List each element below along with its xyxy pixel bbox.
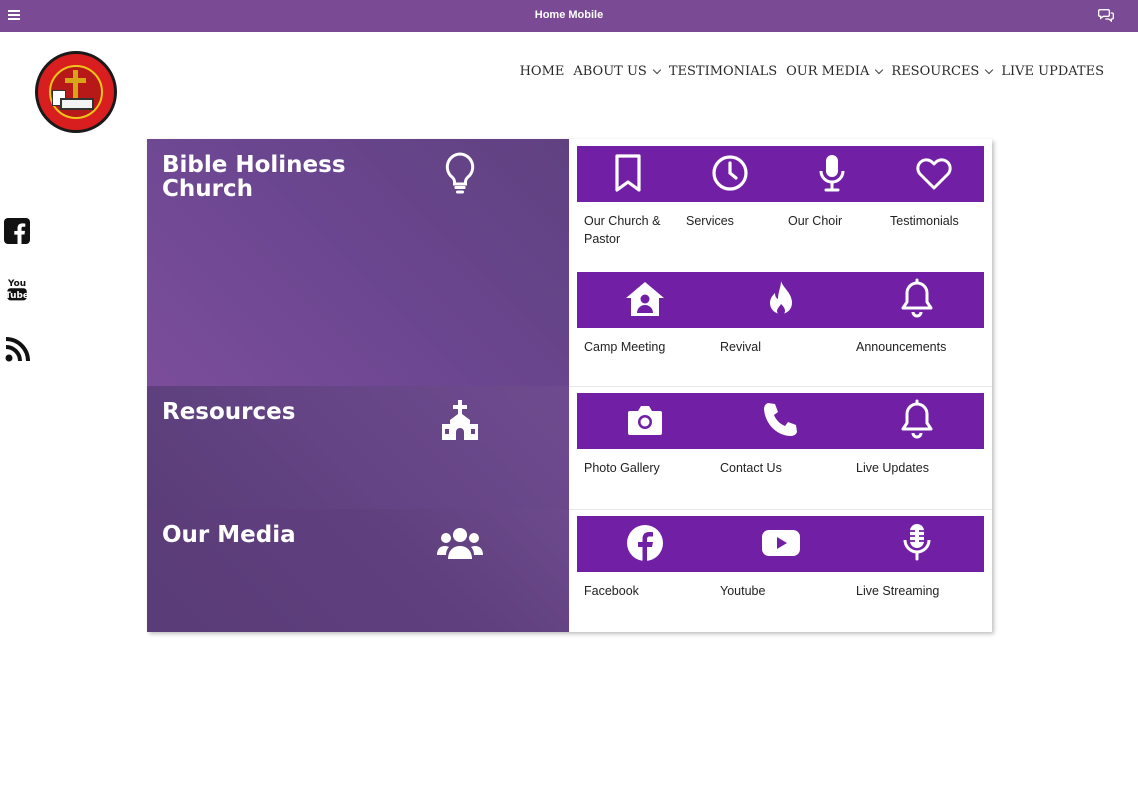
tile-label: Announcements: [856, 340, 947, 354]
section-bible-holiness-church: Bible Holiness Church Our Church & Pasto…: [147, 139, 992, 386]
tile-label: Live Streaming: [856, 584, 940, 598]
nav-item-resources[interactable]: RESOURCES: [891, 64, 994, 79]
home-panel: Bible Holiness Church Our Church & Pasto…: [147, 139, 992, 632]
section-title: Bible Holiness Church: [162, 152, 346, 202]
bell-icon: [901, 278, 933, 318]
tile-label: Testimonials: [890, 214, 959, 228]
tile-label: Photo Gallery: [584, 461, 660, 475]
chevron-down-icon: [875, 65, 884, 74]
app-bar-title: Home Mobile: [534, 9, 604, 21]
bell-icon: [901, 399, 933, 439]
logo-open-bible: [60, 98, 94, 110]
users-icon: [437, 528, 483, 559]
logo-cross-bar: [65, 78, 86, 83]
lightbulb-icon: [445, 152, 475, 194]
section-header[interactable]: Our Media: [147, 509, 569, 632]
nav-label: OUR MEDIA: [786, 64, 870, 79]
microphone-icon: [819, 155, 845, 192]
tile-label: Services: [686, 214, 734, 228]
chat-icon[interactable]: [1098, 8, 1114, 22]
youtube-text-tube: Tube: [5, 291, 29, 301]
tile-label: Youtube: [720, 584, 766, 598]
section-title: Our Media: [162, 522, 296, 548]
youtube-text-you: You: [7, 279, 26, 289]
house-user-icon: [626, 282, 664, 316]
chevron-down-icon: [985, 65, 994, 74]
facebook-icon: [627, 525, 663, 561]
tile-label: Facebook: [584, 584, 639, 598]
nav-label: RESOURCES: [891, 64, 980, 79]
main-navigation: HOME ABOUT US TESTIMONIALS OUR MEDIA RES…: [520, 64, 1104, 79]
rss-icon[interactable]: [4, 337, 30, 363]
chevron-down-icon: [652, 65, 662, 74]
tile-label: Camp Meeting: [584, 340, 666, 354]
top-app-bar: Home Mobile: [0, 0, 1138, 32]
nav-item-testimonials[interactable]: TESTIMONIALS: [669, 64, 777, 79]
podcast-mic-icon: [903, 524, 931, 561]
section-header[interactable]: Resources: [147, 386, 569, 509]
section-our-media: Our Media Facebook Youtube Live Streamin…: [147, 509, 992, 632]
heart-icon: [916, 158, 952, 190]
youtube-icon[interactable]: You Tube: [4, 276, 30, 302]
nav-label: LIVE UPDATES: [1001, 64, 1104, 79]
phone-icon: [764, 403, 797, 436]
nav-label: ABOUT US: [573, 64, 647, 79]
tile-label: Our Choir: [788, 214, 843, 228]
bookmark-icon: [615, 154, 641, 192]
youtube-icon: [762, 530, 800, 556]
nav-item-our-media[interactable]: OUR MEDIA: [786, 64, 884, 79]
nav-item-home[interactable]: HOME: [520, 64, 565, 79]
section-title: Resources: [162, 399, 296, 425]
church-icon: [442, 400, 478, 440]
facebook-icon[interactable]: [4, 218, 30, 244]
church-logo[interactable]: [35, 51, 117, 133]
camera-icon: [628, 406, 662, 435]
tile-label: Revival: [720, 340, 761, 354]
clock-icon: [712, 155, 748, 191]
tile-label: Our Church & Pastor: [584, 214, 661, 246]
nav-item-live-updates[interactable]: LIVE UPDATES: [1001, 64, 1104, 79]
section-header[interactable]: Bible Holiness Church: [147, 139, 569, 386]
tile-label: Contact Us: [720, 461, 782, 475]
tile-label: Live Updates: [856, 461, 929, 475]
nav-label: TESTIMONIALS: [668, 64, 778, 79]
fire-icon: [770, 281, 792, 315]
section-resources: Resources Photo Gallery Contact Us Live …: [147, 386, 992, 509]
nav-item-about-us[interactable]: ABOUT US: [573, 64, 662, 79]
nav-label: HOME: [519, 64, 565, 79]
